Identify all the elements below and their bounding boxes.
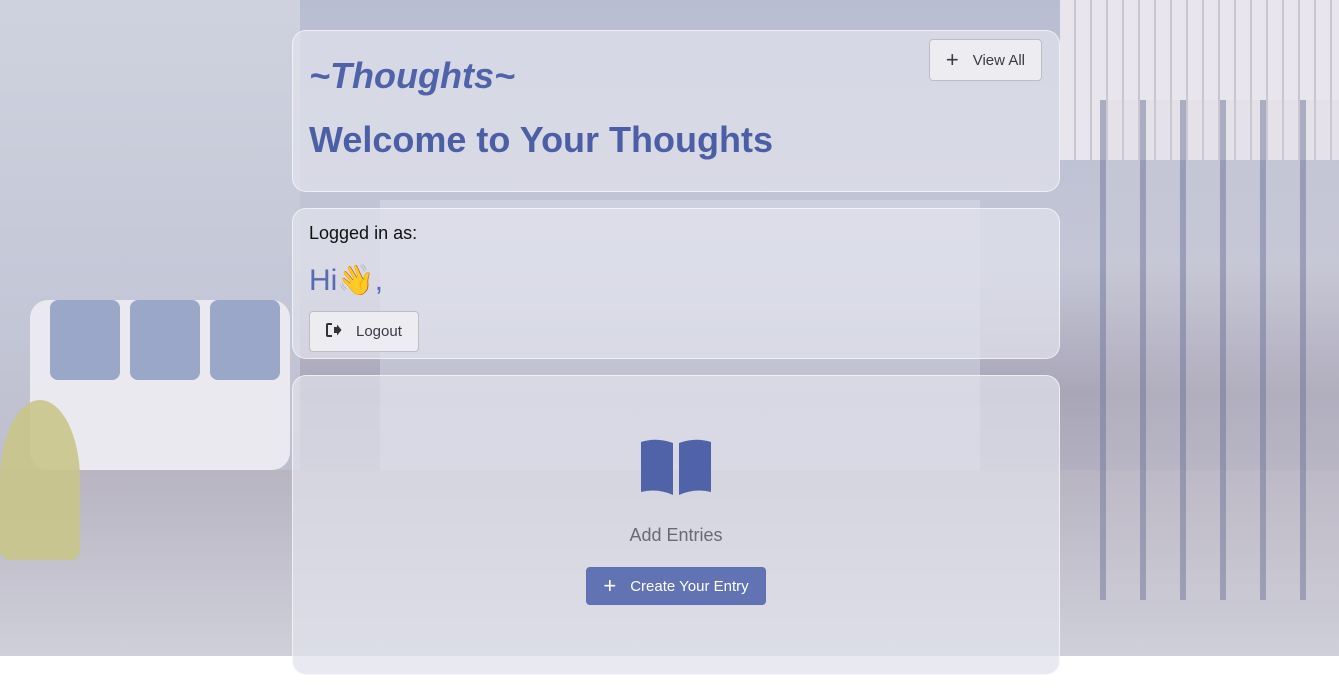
book-open-icon <box>639 438 713 501</box>
plus-icon: + <box>603 573 617 598</box>
header-card: ~Thoughts~ Welcome to Your Thoughts + Vi… <box>292 30 1060 192</box>
greeting-suffix: , <box>374 264 384 297</box>
background-cushion <box>210 300 280 380</box>
background-chair <box>0 400 80 560</box>
logout-button[interactable]: Logout <box>309 311 419 352</box>
add-entries-label: Add Entries <box>629 525 723 545</box>
view-all-label: View All <box>972 51 1025 69</box>
greeting-text: Hi <box>309 264 338 297</box>
create-entry-button[interactable]: + Create Your Entry <box>586 567 766 605</box>
background-cushion <box>50 300 120 380</box>
page-title: Welcome to Your Thoughts <box>309 119 774 160</box>
background-glass-wall <box>1100 100 1339 600</box>
waving-hand-icon: 👋 <box>337 264 375 297</box>
logged-in-label: Logged in as: <box>309 223 418 243</box>
sign-out-icon <box>326 322 342 341</box>
greeting: Hi👋, <box>309 263 1043 299</box>
background-cushion <box>130 300 200 380</box>
plus-icon: + <box>945 47 959 72</box>
user-card: Logged in as: Hi👋, Logout <box>292 208 1060 359</box>
entries-card: Add Entries + Create Your Entry <box>292 375 1060 675</box>
view-all-button[interactable]: + View All <box>928 39 1042 81</box>
main-container: ~Thoughts~ Welcome to Your Thoughts + Vi… <box>292 30 1060 691</box>
create-entry-label: Create Your Entry <box>630 577 749 595</box>
logout-label: Logout <box>356 323 402 340</box>
